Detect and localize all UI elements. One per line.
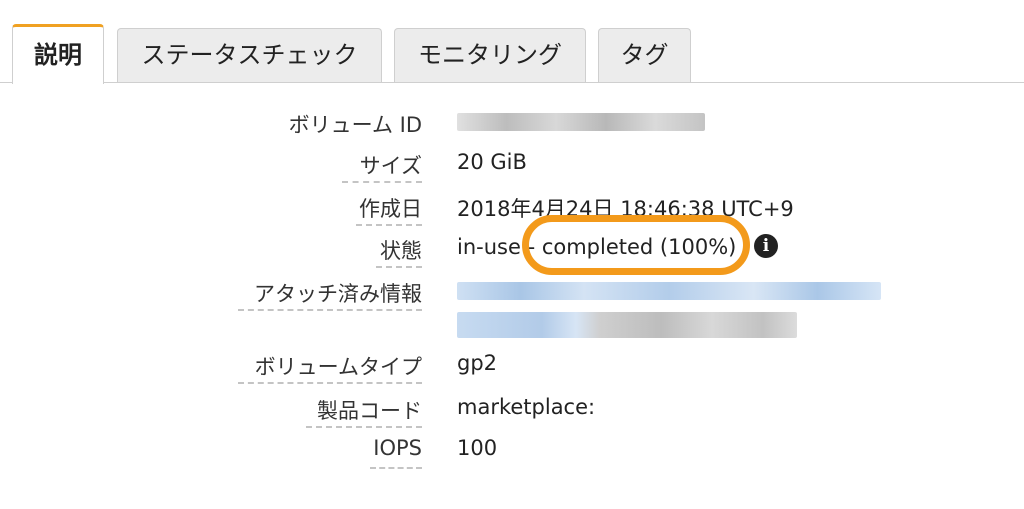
tab-monitoring[interactable]: モニタリング: [394, 28, 586, 82]
iops-value: 100: [457, 436, 498, 460]
attachment-label-underline: [238, 309, 422, 311]
volume-type-label: ボリュームタイプ: [254, 355, 422, 379]
size-value: 20 GiB: [457, 150, 527, 174]
product-code-value: marketplace:: [457, 395, 596, 419]
size-label-underline: [342, 181, 422, 183]
state-label-underline: [376, 266, 422, 268]
iops-label-underline: [370, 467, 422, 469]
tab-tags[interactable]: タグ: [598, 28, 691, 82]
created-label: 作成日: [359, 197, 422, 221]
attachment-value-redacted-line2: [457, 312, 797, 338]
product-code-label-underline: [306, 426, 422, 428]
attachment-label: アタッチ済み情報: [254, 282, 422, 306]
attachment-value-redacted-line1: [457, 282, 881, 300]
state-value: in-use - completed (100%): [457, 235, 737, 259]
volume-type-value: gp2: [457, 351, 498, 375]
state-label: 状態: [380, 239, 422, 263]
volume-id-label: ボリューム ID: [288, 113, 422, 137]
volume-id-value-redacted: [457, 113, 705, 131]
product-code-label: 製品コード: [317, 399, 422, 423]
tab-description[interactable]: 説明: [12, 24, 104, 84]
size-label: サイズ: [359, 154, 422, 178]
tab-divider: [0, 82, 1024, 83]
created-label-underline: [356, 224, 422, 226]
tab-status-checks[interactable]: ステータスチェック: [117, 28, 382, 82]
created-value: 2018年4月24日 18:46:38 UTC+9: [457, 197, 794, 221]
iops-label: IOPS: [373, 436, 422, 460]
volume-type-label-underline: [238, 382, 422, 384]
tab-bar: 説明 ステータスチェック モニタリング タグ: [0, 0, 1024, 84]
info-icon[interactable]: i: [754, 234, 778, 258]
